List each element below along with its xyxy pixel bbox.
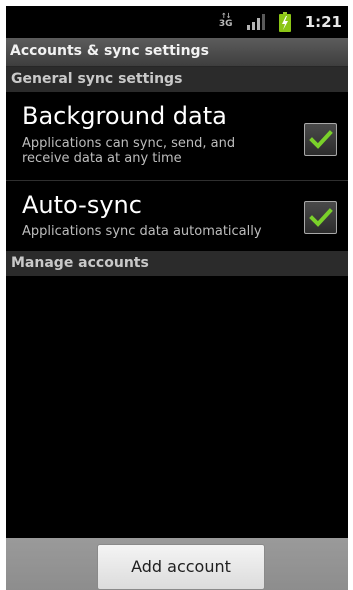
signal-strength-icon: [246, 14, 265, 30]
category-label: General sync settings: [11, 71, 183, 87]
status-icons: ↑↓ 3G 1:21: [219, 6, 342, 38]
status-bar: ↑↓ 3G 1:21: [6, 6, 348, 38]
clock: 1:21: [304, 13, 342, 31]
page-title: Accounts & sync settings: [10, 43, 209, 59]
add-account-button[interactable]: Add account: [97, 544, 265, 590]
auto-sync-checkbox[interactable]: [304, 201, 337, 234]
pref-title: Background data: [22, 102, 227, 130]
pref-title: Auto-sync: [22, 191, 142, 219]
bottom-bar: Add account: [6, 538, 348, 590]
pref-background-data[interactable]: Background data Applications can sync, s…: [6, 92, 348, 180]
category-manage-accounts: Manage accounts: [6, 251, 348, 276]
category-general-sync: General sync settings: [6, 67, 348, 92]
signal-bar: [251, 22, 255, 30]
signal-bar: [261, 14, 265, 30]
checkmark-icon: [309, 130, 333, 149]
network-3g-icon: ↑↓ 3G: [219, 12, 233, 32]
charging-bolt-icon: [281, 16, 288, 30]
pref-summary: Applications can sync, send, and receive…: [22, 136, 236, 166]
category-label: Manage accounts: [11, 255, 149, 271]
title-bar: Accounts & sync settings: [6, 38, 348, 67]
account-list: [6, 276, 348, 538]
background-data-checkbox[interactable]: [304, 123, 337, 156]
pref-summary: Applications sync data automatically: [22, 224, 262, 239]
battery-charging-icon: [278, 12, 291, 32]
screen: ↑↓ 3G 1:21 Accounts & sync settings Gene…: [6, 6, 348, 590]
signal-bar: [256, 18, 260, 30]
network-type-label: 3G: [218, 19, 233, 29]
pref-auto-sync[interactable]: Auto-sync Applications sync data automat…: [6, 181, 348, 251]
signal-bar: [246, 25, 250, 30]
checkmark-icon: [309, 208, 333, 227]
